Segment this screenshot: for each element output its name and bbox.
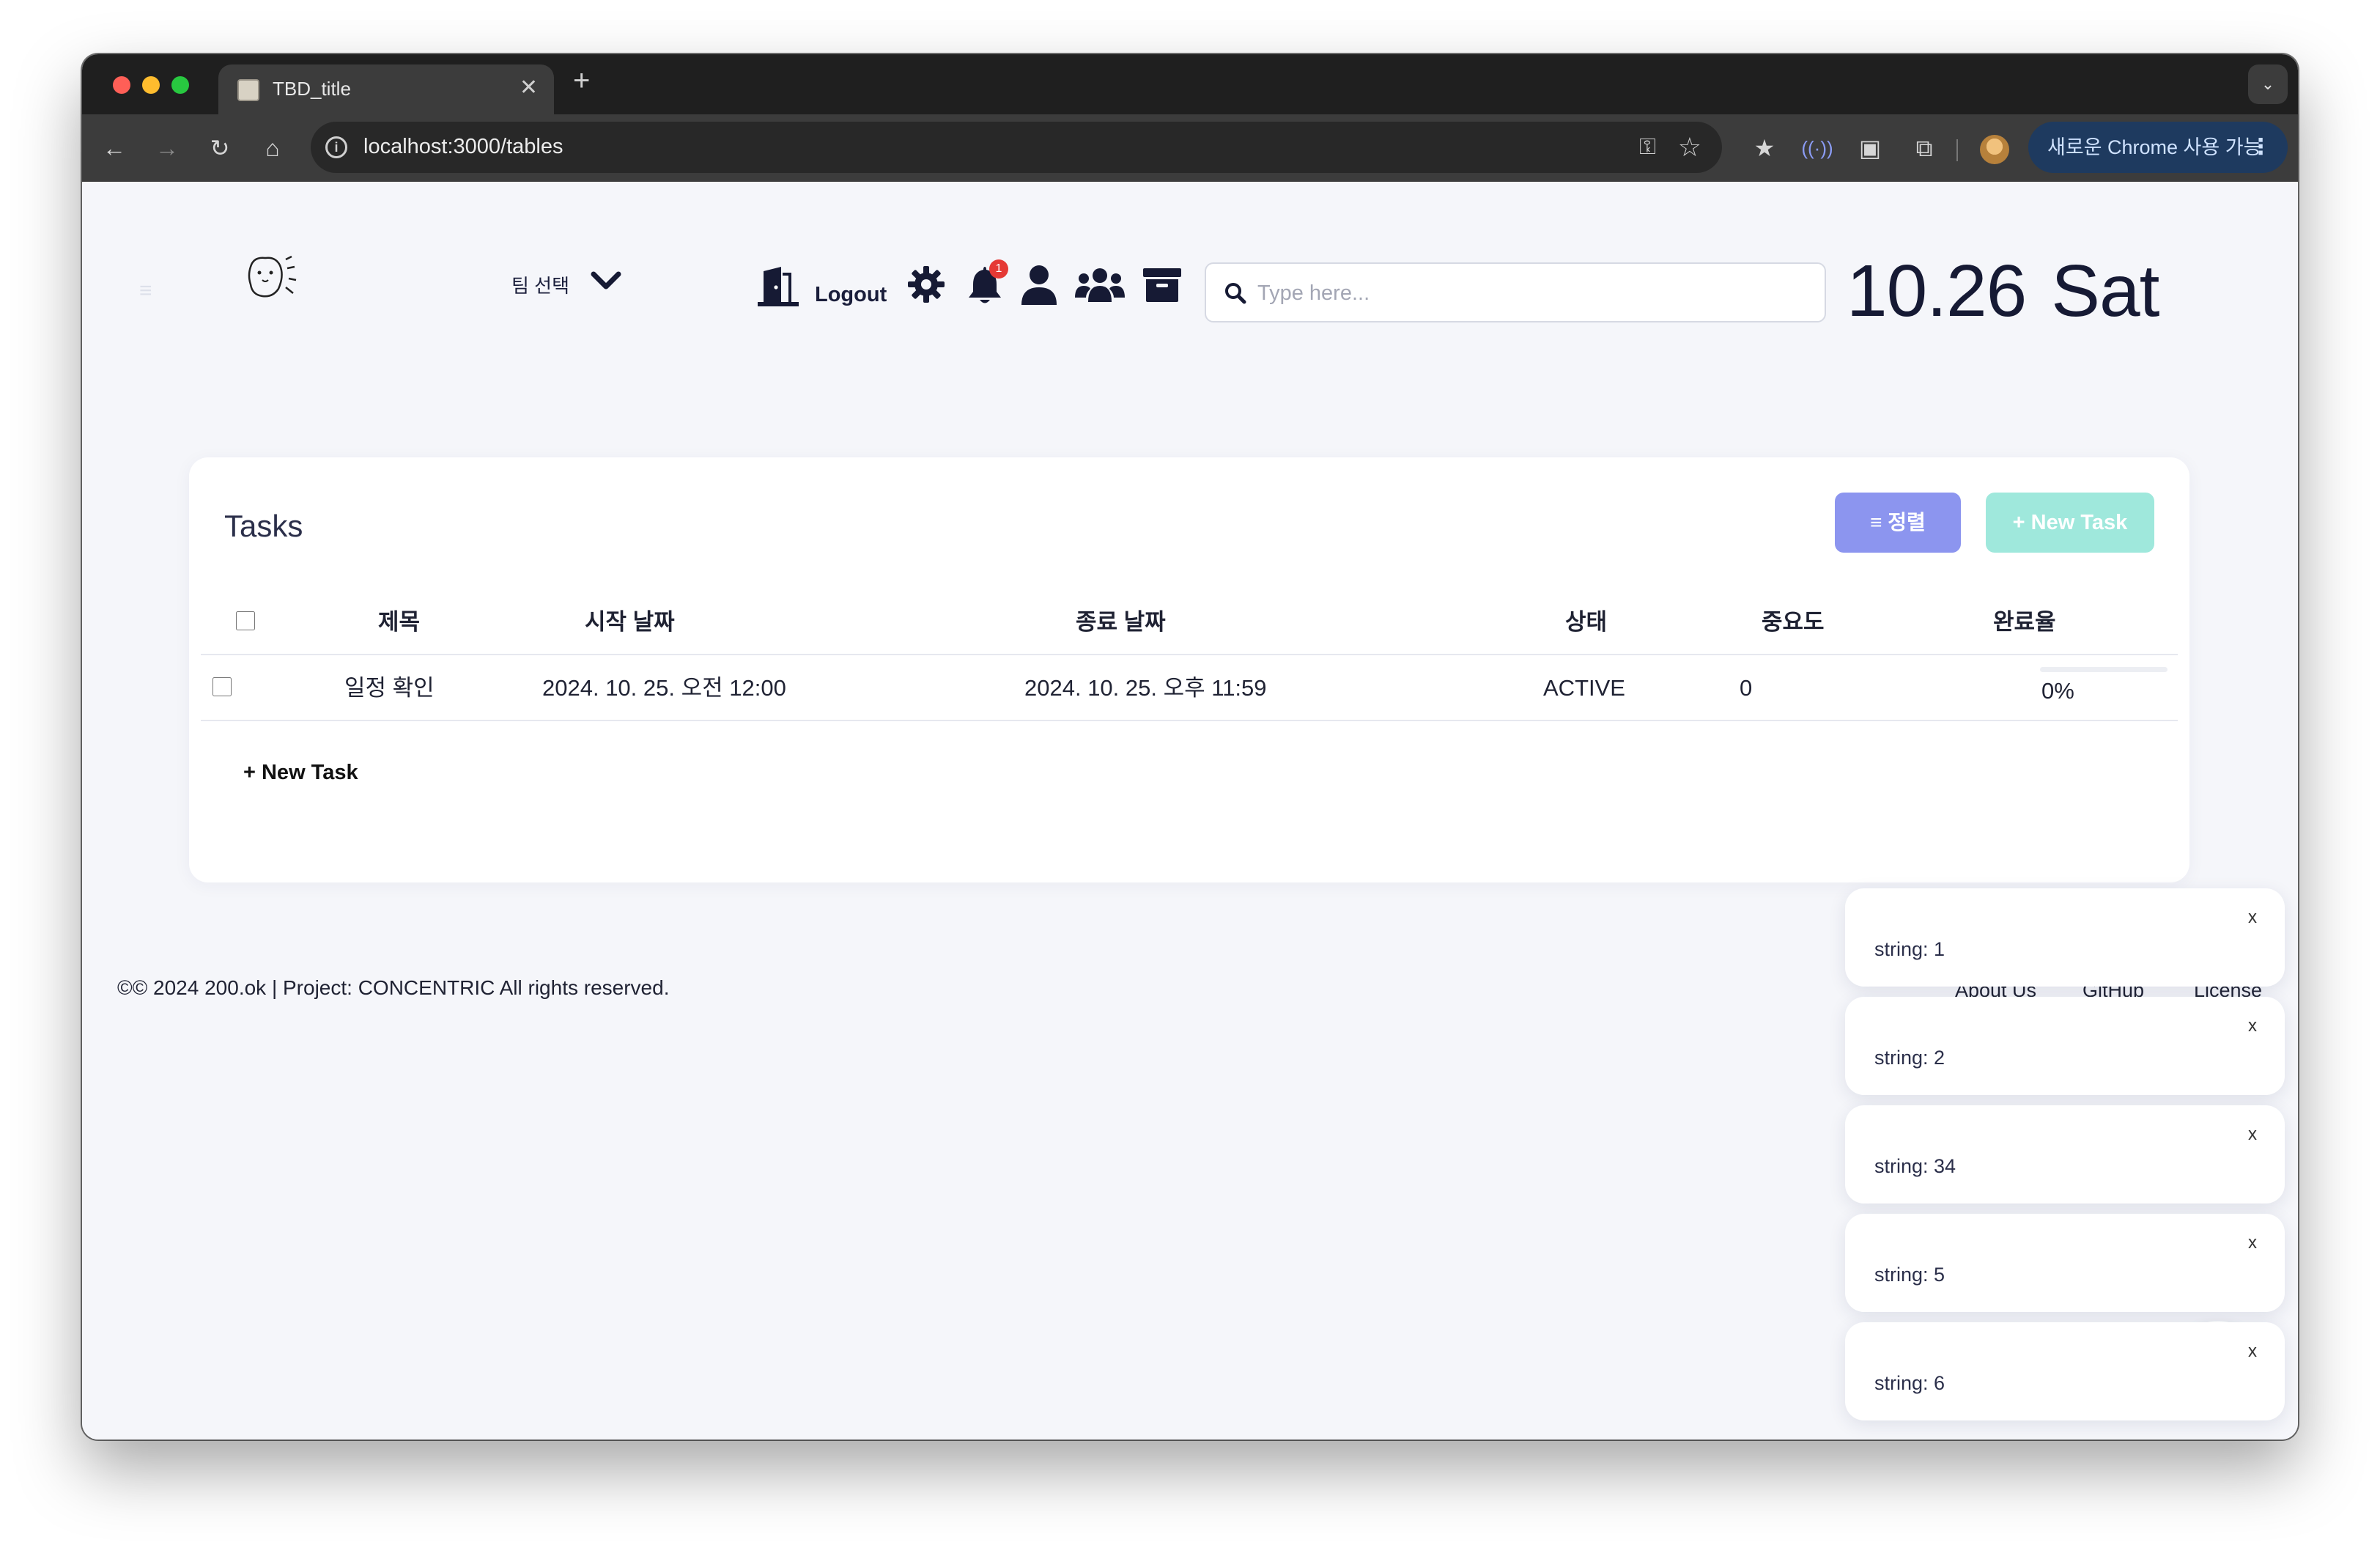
chrome-update-button[interactable]: 새로운 Chrome 사용 가능 ⋮ <box>2028 122 2288 173</box>
task-start-date: 2024. 10. 25. 오전 12:00 <box>542 675 786 701</box>
column-header-title[interactable]: 제목 <box>378 589 420 655</box>
toast-close-button[interactable]: x <box>2248 1233 2257 1253</box>
broadcast-icon[interactable]: ((·)) <box>1800 130 1835 166</box>
app-logo <box>248 255 297 298</box>
favicon-icon <box>237 79 259 101</box>
more-vert-icon: ⋮ <box>2250 135 2272 159</box>
sort-button[interactable]: ≡ 정렬 <box>1835 493 1961 553</box>
tasks-card: Tasks ≡ 정렬 + New Task 제목 시작 날짜 종료 날짜 상태 … <box>189 457 2189 882</box>
toast-close-button[interactable]: x <box>2248 1016 2257 1036</box>
table-header-row: 제목 시작 날짜 종료 날짜 상태 중요도 완료율 <box>201 589 2178 655</box>
address-bar[interactable]: i localhost:3000/tables ⚿ ☆ <box>311 122 1722 173</box>
menu-hamburger-icon[interactable]: ≡ <box>139 279 166 303</box>
select-all-checkbox[interactable] <box>236 611 255 630</box>
task-progress-label: 0% <box>2041 678 2074 704</box>
site-info-icon[interactable]: i <box>325 136 347 158</box>
toast-message: string: 6 <box>1874 1372 1945 1394</box>
home-icon[interactable]: ⌂ <box>256 132 289 164</box>
toast-notification: x string: 1 <box>1845 888 2285 987</box>
column-header-progress[interactable]: 완료율 <box>1993 589 2056 655</box>
toast-notification: x string: 34 <box>1845 1105 2285 1204</box>
task-status: ACTIVE <box>1543 675 1625 701</box>
tab-title: TBD_title <box>273 78 351 100</box>
settings-gear-icon[interactable] <box>906 264 947 305</box>
new-tab-button[interactable]: + <box>573 64 590 97</box>
bookmarks-star-icon[interactable]: ★ <box>1747 130 1782 166</box>
task-title[interactable]: 일정 확인 <box>344 655 435 721</box>
logout-button[interactable]: Logout <box>815 283 887 307</box>
toast-notification: x string: 2 <box>1845 997 2285 1095</box>
bookmark-star-icon[interactable]: ☆ <box>1678 132 1701 163</box>
back-arrow-icon[interactable]: ← <box>98 132 130 164</box>
search-icon <box>1225 283 1246 304</box>
add-task-link[interactable]: + New Task <box>243 761 358 785</box>
reload-icon[interactable]: ↻ <box>204 132 236 164</box>
close-window-button[interactable] <box>113 76 130 94</box>
column-header-priority[interactable]: 중요도 <box>1762 589 1825 655</box>
archive-box-icon[interactable] <box>1142 264 1183 305</box>
toast-message: string: 34 <box>1874 1155 1956 1177</box>
toast-notification: x string: 6 <box>1845 1322 2285 1420</box>
toast-message: string: 5 <box>1874 1264 1945 1286</box>
chevron-down-icon[interactable] <box>588 262 624 299</box>
task-priority: 0 <box>1740 675 1753 701</box>
forward-arrow-icon[interactable]: → <box>151 132 183 164</box>
screenshot-icon[interactable]: ▣ <box>1852 130 1888 166</box>
toast-close-button[interactable]: x <box>2248 1124 2257 1145</box>
browser-tab[interactable]: TBD_title ✕ <box>218 64 554 114</box>
tab-search-chevron-icon[interactable]: ⌄ <box>2248 64 2288 104</box>
column-header-status[interactable]: 상태 <box>1565 589 1607 655</box>
profile-user-icon[interactable] <box>1020 264 1058 305</box>
toast-notification: x string: 5 <box>1845 1214 2285 1312</box>
browser-toolbar: ← → ↻ ⌂ i localhost:3000/tables ⚿ ☆ ★ ((… <box>82 114 2298 182</box>
date-value: 10.26 <box>1847 250 2027 332</box>
browser-window: TBD_title ✕ + ⌄ ← → ↻ ⌂ i localhost:3000… <box>82 54 2298 1440</box>
notification-count-badge: 1 <box>989 259 1008 279</box>
page-content: ≡ 팀 선택 Logout 1 Type here... 10.26 Sat T… <box>82 182 2298 1440</box>
column-header-start[interactable]: 시작 날짜 <box>585 589 675 655</box>
row-checkbox[interactable] <box>212 677 232 696</box>
update-button-label: 새로운 Chrome 사용 가능 <box>2047 136 2262 158</box>
table-row[interactable]: 일정 확인 2024. 10. 25. 오전 12:00 2024. 10. 2… <box>201 655 2178 721</box>
logout-door-icon[interactable] <box>755 265 802 308</box>
search-input[interactable] <box>1257 277 1814 309</box>
maximize-window-button[interactable] <box>171 76 189 94</box>
password-key-icon[interactable]: ⚿ <box>1639 135 1656 160</box>
team-select-label[interactable]: 팀 선택 <box>511 271 569 298</box>
new-task-button[interactable]: + New Task <box>1986 493 2154 553</box>
tab-close-icon[interactable]: ✕ <box>520 75 538 100</box>
url-text[interactable]: localhost:3000/tables <box>363 135 563 159</box>
tasks-table: 제목 시작 날짜 종료 날짜 상태 중요도 완료율 일정 확인 2024. 10… <box>201 589 2178 721</box>
toolbar-divider <box>1956 139 1958 161</box>
task-end-date: 2024. 10. 25. 오후 11:59 <box>1024 675 1267 701</box>
profile-avatar[interactable] <box>1980 135 2009 164</box>
toast-close-button[interactable]: x <box>2248 1341 2257 1362</box>
footer-copyright: ©© 2024 200.ok | Project: CONCENTRIC All… <box>117 976 670 999</box>
extensions-puzzle-icon[interactable]: ⧉ <box>1907 130 1942 166</box>
toast-message: string: 1 <box>1874 938 1945 960</box>
minimize-window-button[interactable] <box>142 76 160 94</box>
column-header-end[interactable]: 종료 날짜 <box>1076 589 1166 655</box>
search-box[interactable] <box>1205 262 1826 322</box>
card-title: Tasks <box>224 509 303 543</box>
team-users-icon[interactable] <box>1074 264 1126 305</box>
date-display: 10.26 Sat <box>1847 249 2159 333</box>
tab-strip: TBD_title ✕ + ⌄ <box>82 54 2298 114</box>
weekday-value: Sat <box>2051 250 2159 332</box>
toast-message: string: 2 <box>1874 1047 1945 1069</box>
toast-close-button[interactable]: x <box>2248 907 2257 928</box>
